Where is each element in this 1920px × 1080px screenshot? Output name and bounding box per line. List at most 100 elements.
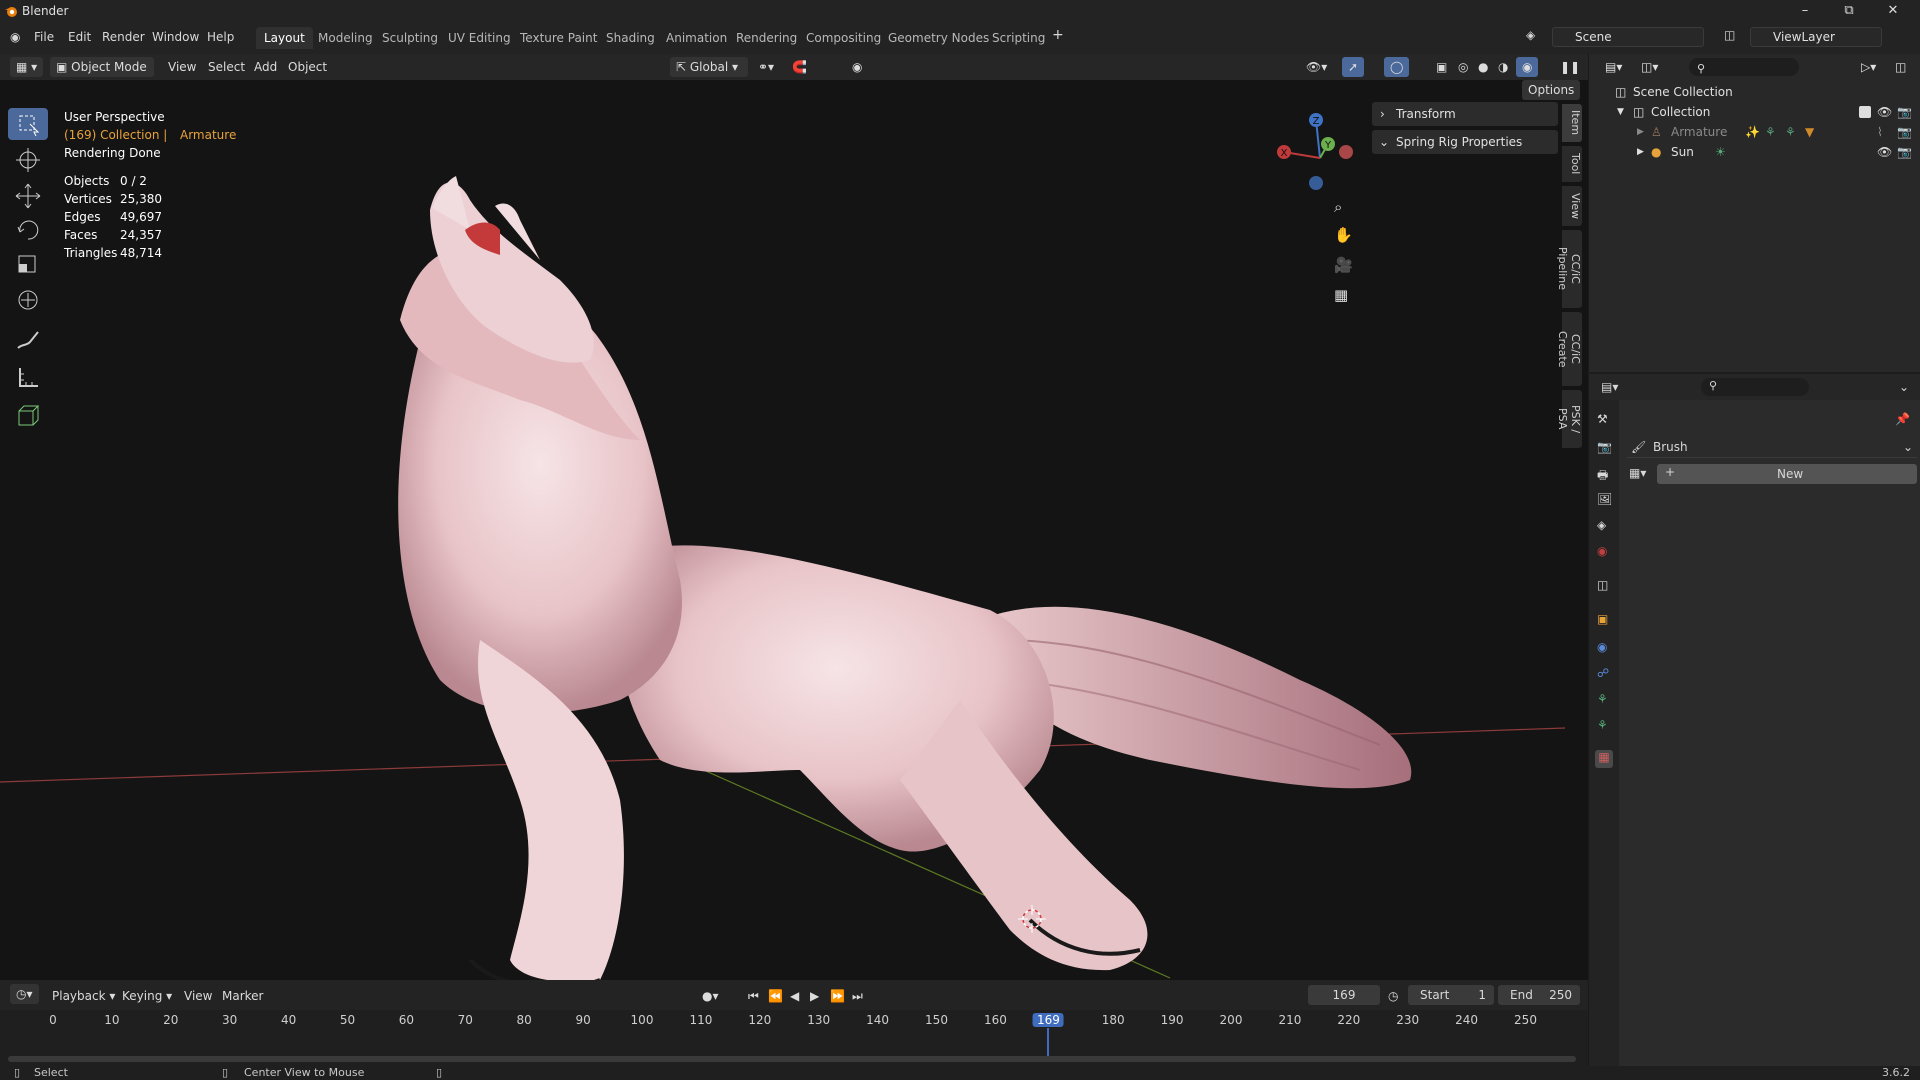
rendered-shading-icon[interactable]: ◉	[1516, 57, 1539, 77]
minimize-button[interactable]: –	[1790, 2, 1820, 20]
outliner-row-armature[interactable]: ▶ ♙ Armature ✨ ⚘ ⚘ ▼ ⌇ 📷	[1589, 122, 1920, 142]
transform-panel-header[interactable]: › Transform	[1372, 102, 1558, 126]
orientation-selector[interactable]: ⇱ Global ▾	[670, 57, 748, 77]
npanel-tab-cc-create[interactable]: CC/iC Create	[1556, 312, 1582, 386]
texture-browse-icon[interactable]: ▦▾	[1629, 466, 1646, 480]
gizmo-z-label[interactable]: Z	[1313, 116, 1320, 127]
render-camera-icon[interactable]: 📷	[1897, 122, 1912, 142]
menu-window[interactable]: Window	[152, 30, 199, 44]
collection-props-icon[interactable]: ◫	[1597, 578, 1608, 592]
transform-tool-icon[interactable]	[8, 284, 48, 316]
menu-select[interactable]: Select	[208, 60, 245, 74]
tab-uv-editing[interactable]: UV Editing	[440, 27, 519, 49]
solid-shading-icon[interactable]: ●	[1478, 60, 1488, 74]
render-camera-icon[interactable]: 📷	[1897, 102, 1912, 122]
outliner-search-input[interactable]: ⚲	[1689, 58, 1799, 76]
gizmo-y-label[interactable]: Y	[1324, 140, 1332, 151]
3d-viewport[interactable]: User Perspective (169) Collection | Arma…	[0, 80, 1588, 980]
tab-sculpting[interactable]: Sculpting	[374, 27, 446, 49]
material-shading-icon[interactable]: ◑	[1498, 60, 1508, 74]
tool-settings-icon[interactable]: ⚒	[1597, 412, 1608, 426]
eye-hidden-icon[interactable]: ⌇	[1877, 122, 1883, 142]
render-camera-icon[interactable]: 📷	[1897, 142, 1912, 162]
object-props-icon[interactable]: ▣	[1597, 612, 1608, 626]
editor-type-icon[interactable]: ▦ ▾	[10, 57, 44, 77]
tab-layout[interactable]: Layout	[256, 27, 313, 49]
exclude-checkbox[interactable]	[1859, 106, 1871, 118]
menu-object[interactable]: Object	[288, 60, 327, 74]
tab-texture-paint[interactable]: Texture Paint	[512, 27, 605, 49]
chevron-down-icon[interactable]: ⌄	[1899, 380, 1909, 394]
move-tool-icon[interactable]	[8, 180, 48, 212]
scene-icon[interactable]: ◈	[1526, 28, 1535, 42]
tab-compositing[interactable]: Compositing	[798, 27, 889, 49]
properties-search-input[interactable]: ⚲	[1701, 378, 1809, 396]
npanel-tab-psk-psa[interactable]: PSK / PSA	[1556, 390, 1582, 448]
world-props-icon[interactable]: ◉	[1597, 544, 1607, 558]
gizmo-toggle-icon[interactable]: ➚	[1342, 57, 1365, 77]
timeline-scrollbar[interactable]	[8, 1056, 1576, 1062]
eye-icon[interactable]: 👁	[1877, 102, 1892, 122]
cursor-tool-icon[interactable]	[8, 144, 48, 176]
spring-rig-panel-header[interactable]: ⌄ Spring Rig Properties	[1372, 130, 1558, 154]
close-button[interactable]: ✕	[1878, 2, 1908, 20]
menu-file[interactable]: File	[34, 30, 54, 44]
npanel-tab-tool[interactable]: Tool	[1562, 146, 1582, 182]
tab-modeling[interactable]: Modeling	[310, 27, 381, 49]
editor-type-icon[interactable]: ▤▾	[1601, 380, 1618, 394]
pause-render-icon[interactable]: ❚❚	[1560, 60, 1580, 74]
render-props-icon[interactable]: 📷	[1597, 440, 1612, 454]
menu-render[interactable]: Render	[102, 30, 145, 44]
maximize-button[interactable]: ⧉	[1834, 2, 1864, 20]
options-button[interactable]: Options	[1522, 80, 1581, 100]
scene-props-icon[interactable]: ◈	[1597, 518, 1606, 532]
pan-hand-icon[interactable]: ✋	[1334, 226, 1353, 244]
outliner-row-sun[interactable]: ▶ ● Sun ☀ 👁 📷	[1589, 142, 1920, 162]
constraint-props-icon[interactable]: ☍	[1597, 666, 1609, 680]
overlay-toggle-icon[interactable]: ◯	[1384, 57, 1410, 77]
outliner-filter-mode-icon[interactable]: ◫▾	[1641, 57, 1658, 77]
zoom-icon[interactable]: ⌕	[1334, 198, 1342, 216]
view-layer-icon[interactable]: 🖼	[1597, 492, 1612, 506]
tab-geometry-nodes[interactable]: Geometry Nodes	[880, 27, 997, 49]
select-box-tool-icon[interactable]	[8, 108, 48, 140]
proportional-edit-icon[interactable]: ◉	[852, 60, 862, 74]
menu-edit[interactable]: Edit	[68, 30, 91, 44]
blender-menu-icon[interactable]: ◉	[10, 30, 20, 44]
measure-tool-icon[interactable]	[8, 360, 48, 392]
bone-props-icon[interactable]: ⚘	[1597, 718, 1608, 732]
viewlayer-selector[interactable]: ViewLayer	[1750, 27, 1882, 47]
physics-props-icon[interactable]: ◉	[1597, 640, 1607, 654]
npanel-tab-cc-pipeline[interactable]: CC/iC Pipeline	[1556, 230, 1582, 308]
eye-icon[interactable]: 👁	[1877, 142, 1892, 162]
gizmo-x-label[interactable]: X	[1281, 148, 1288, 159]
snap-icon[interactable]: 🧲	[792, 60, 807, 74]
object-data-icon[interactable]: ⚘	[1597, 692, 1608, 706]
pivot-icon[interactable]: ⚭▾	[758, 60, 774, 74]
menu-help[interactable]: Help	[207, 30, 234, 44]
viewlayer-icon[interactable]: ◫	[1724, 28, 1735, 42]
expand-right-icon[interactable]: ▶	[1637, 122, 1644, 142]
npanel-tab-view[interactable]: View	[1562, 186, 1582, 226]
camera-view-icon[interactable]: 🎥	[1334, 256, 1353, 274]
tab-rendering[interactable]: Rendering	[728, 27, 805, 49]
output-props-icon[interactable]: 🖶	[1597, 466, 1608, 487]
outliner-row-collection[interactable]: ▼ ◫ Collection 👁 📷	[1589, 102, 1920, 122]
scale-tool-icon[interactable]	[8, 248, 48, 280]
texture-props-icon[interactable]: ▦	[1595, 750, 1613, 768]
filter-icon[interactable]: ▷▾	[1861, 57, 1876, 77]
new-texture-button[interactable]: + New	[1657, 464, 1917, 484]
tab-shading[interactable]: Shading	[598, 27, 663, 49]
npanel-tab-item[interactable]: Item	[1562, 104, 1582, 142]
expand-down-icon[interactable]: ▼	[1617, 102, 1624, 122]
outliner-display-mode-icon[interactable]: ▤▾	[1605, 57, 1622, 77]
scene-selector[interactable]: Scene	[1552, 27, 1704, 47]
add-workspace-icon[interactable]: +	[1052, 27, 1064, 43]
rotate-tool-icon[interactable]	[8, 214, 48, 246]
expand-right-icon[interactable]: ▶	[1637, 142, 1644, 162]
add-cube-tool-icon[interactable]	[8, 400, 48, 432]
mode-selector[interactable]: ▣ Object Mode ▾	[50, 57, 154, 94]
visibility-icon[interactable]: 👁▾	[1306, 60, 1327, 74]
new-collection-icon[interactable]: ◫	[1895, 57, 1906, 77]
ortho-grid-icon[interactable]: ▦	[1334, 286, 1348, 304]
